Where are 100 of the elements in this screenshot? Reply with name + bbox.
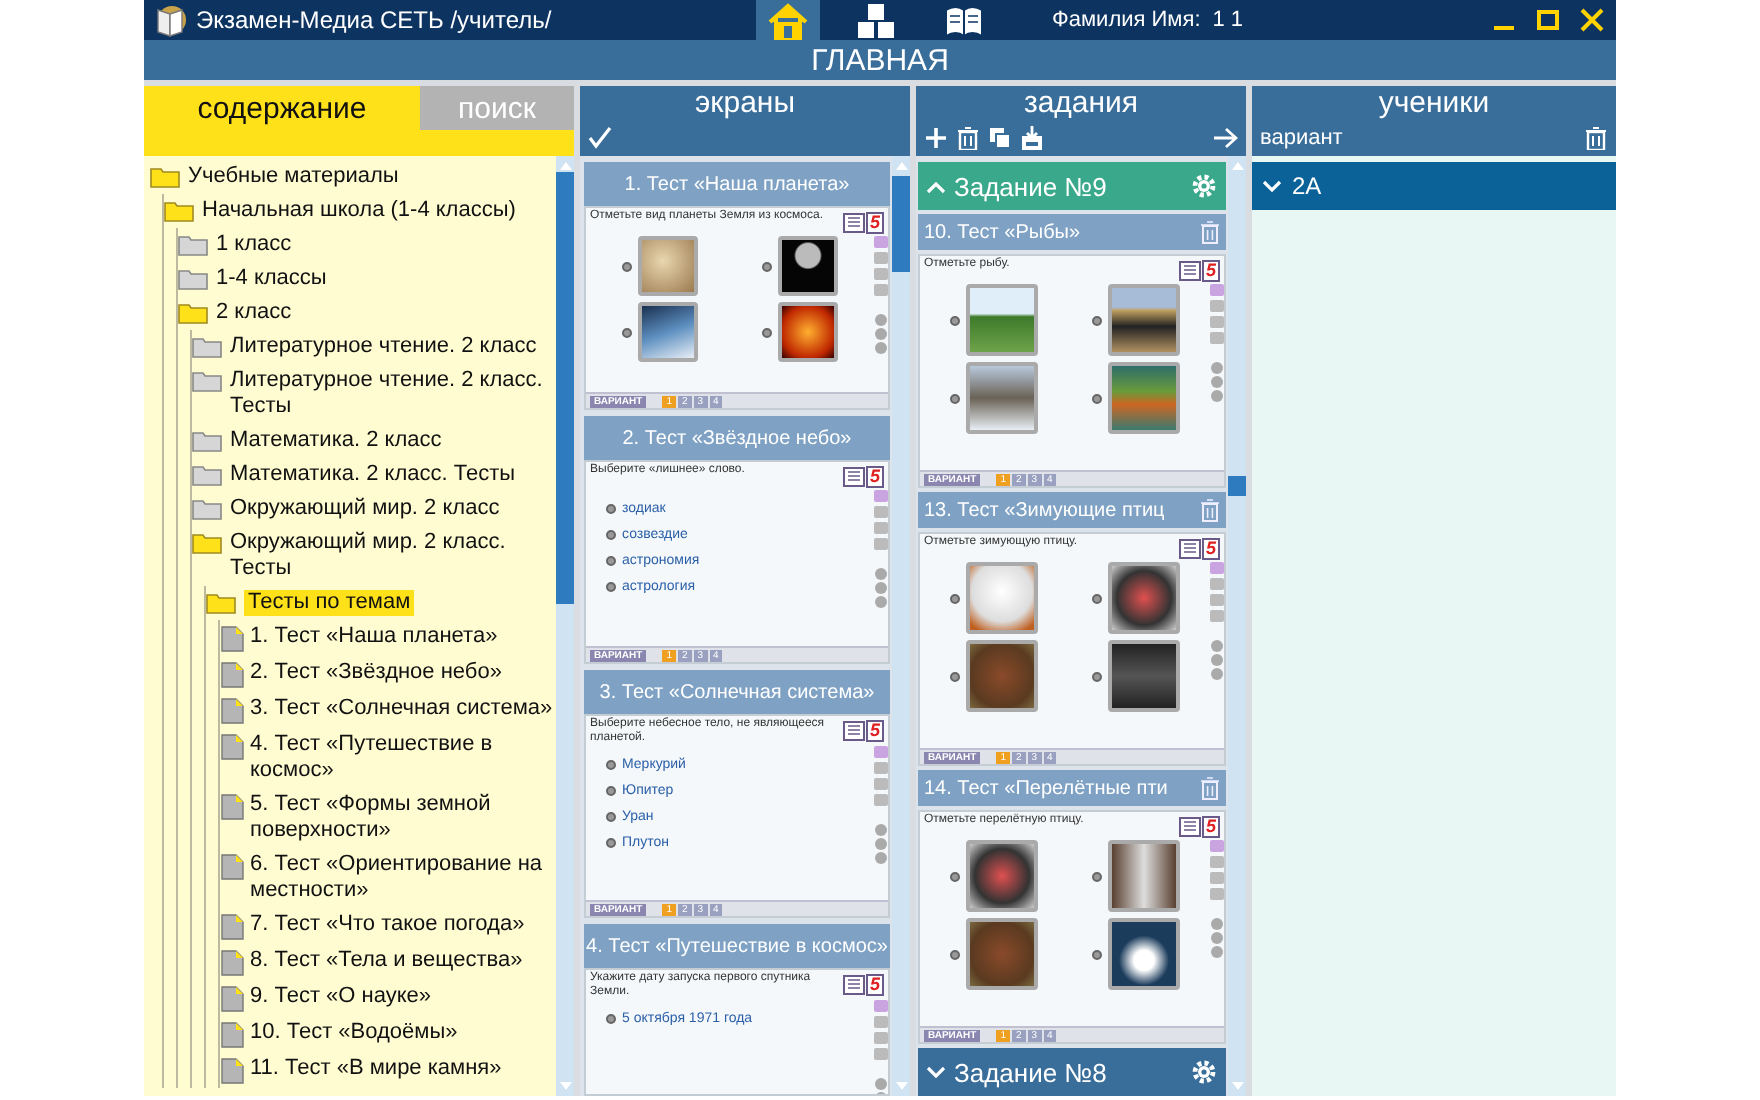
photo-placeholder bbox=[778, 236, 838, 296]
photo-placeholder bbox=[966, 918, 1039, 990]
class-group-row[interactable]: 2А bbox=[1252, 162, 1616, 210]
radio-button[interactable] bbox=[606, 1014, 616, 1024]
photo-placeholder bbox=[966, 362, 1039, 434]
test-item[interactable]: 2. Тест «Звёздное небо» bbox=[250, 660, 502, 686]
radio-button[interactable] bbox=[606, 530, 616, 540]
side-buttons-drawing bbox=[1210, 284, 1224, 404]
radio-button[interactable] bbox=[950, 593, 961, 603]
test-item[interactable]: 1. Тест «Наша планета» bbox=[250, 624, 498, 650]
radio-button[interactable] bbox=[606, 838, 616, 848]
search-tab[interactable]: поиск bbox=[420, 86, 574, 130]
radio-button[interactable] bbox=[762, 327, 772, 337]
scrollbar[interactable] bbox=[1228, 156, 1246, 1096]
folder-item[interactable]: Окружающий мир. 2 класс bbox=[230, 496, 500, 522]
scrollbar[interactable] bbox=[556, 156, 574, 1096]
radio-button[interactable] bbox=[606, 760, 616, 770]
screen-title[interactable]: 1. Тест «Наша планета» bbox=[584, 162, 890, 206]
radio-button[interactable] bbox=[622, 327, 632, 337]
radio-button[interactable] bbox=[1091, 671, 1102, 681]
task-group-title: Задание №8 bbox=[954, 1057, 1109, 1087]
close-icon[interactable] bbox=[1580, 8, 1604, 32]
folder-item[interactable]: Литературное чтение. 2 класс. Тесты bbox=[230, 368, 556, 420]
screen-title[interactable]: 3. Тест «Солнечная система» bbox=[584, 670, 890, 714]
task-group-header[interactable]: Задание №8 bbox=[918, 1048, 1226, 1096]
test-item[interactable]: 8. Тест «Тела и вещества» bbox=[250, 948, 523, 974]
test-item[interactable]: 9. Тест «О науке» bbox=[250, 984, 432, 1010]
radio-button[interactable] bbox=[1091, 593, 1102, 603]
test-item[interactable]: 11. Тест «В мире камня» bbox=[250, 1056, 502, 1082]
radio-button[interactable] bbox=[1091, 393, 1102, 403]
blocks-icon bbox=[854, 1, 898, 39]
radio-button[interactable] bbox=[950, 315, 961, 325]
radio-button[interactable] bbox=[1091, 871, 1102, 881]
folder-item[interactable]: Математика. 2 класс bbox=[230, 428, 442, 454]
radio-button[interactable] bbox=[606, 582, 616, 592]
grade-number: 5 bbox=[1201, 537, 1220, 559]
task-group-title: Задание №9 bbox=[954, 171, 1109, 201]
scrollbar[interactable] bbox=[892, 156, 910, 1096]
radio-button[interactable] bbox=[622, 261, 632, 271]
folder-item[interactable]: Окружающий мир. 2 класс. Тесты bbox=[230, 530, 556, 582]
chevron-up-icon[interactable] bbox=[926, 179, 946, 193]
chevron-down-icon[interactable] bbox=[926, 1065, 946, 1079]
radio-button[interactable] bbox=[606, 812, 616, 822]
folder-item[interactable]: Начальная школа (1-4 классы) bbox=[202, 198, 516, 224]
settings-icon[interactable] bbox=[1190, 1058, 1218, 1086]
folder-item[interactable]: 1-4 классы bbox=[216, 266, 327, 292]
check-icon[interactable] bbox=[588, 126, 612, 150]
screen-title[interactable]: 4. Тест «Путешествие в космос» bbox=[584, 924, 890, 968]
photo-placeholder bbox=[1107, 284, 1180, 356]
photo-placeholder bbox=[1107, 840, 1180, 912]
test-item[interactable]: 7. Тест «Что такое погода» bbox=[250, 912, 525, 938]
radio-button[interactable] bbox=[1091, 315, 1102, 325]
folder-item[interactable]: 1 класс bbox=[216, 232, 292, 258]
screen-title[interactable]: 2. Тест «Звёздное небо» bbox=[584, 416, 890, 460]
document-icon bbox=[220, 950, 244, 976]
folder-item[interactable]: Учебные материалы bbox=[188, 164, 399, 190]
side-buttons-drawing bbox=[1210, 840, 1224, 960]
radio-button[interactable] bbox=[606, 556, 616, 566]
maximize-icon[interactable] bbox=[1536, 8, 1560, 32]
test-item[interactable]: 4. Тест «Путешествие в космос» bbox=[250, 732, 556, 784]
photo-placeholder bbox=[1107, 562, 1180, 634]
settings-icon[interactable] bbox=[1190, 172, 1218, 200]
copy-icon[interactable] bbox=[988, 126, 1012, 150]
grade-number: 5 bbox=[1201, 259, 1220, 281]
folder-item[interactable]: 2 класс bbox=[216, 300, 292, 326]
photo-placeholder bbox=[966, 562, 1039, 634]
home-tab[interactable] bbox=[756, 0, 820, 40]
user-label: Фамилия Имя: bbox=[1052, 8, 1201, 32]
photo-placeholder bbox=[1107, 362, 1180, 434]
radio-button[interactable] bbox=[1091, 949, 1102, 959]
grade-number: 5 bbox=[1201, 815, 1220, 837]
contents-tab[interactable]: содержание bbox=[144, 86, 420, 130]
radio-button[interactable] bbox=[762, 261, 772, 271]
test-item[interactable]: 6. Тест «Ориентирование на местности» bbox=[250, 852, 556, 904]
chevron-down-icon[interactable] bbox=[1262, 179, 1282, 193]
test-item[interactable]: 5. Тест «Формы земной поверхности» bbox=[250, 792, 556, 844]
folder-item[interactable]: Тесты по темам bbox=[244, 590, 415, 616]
radio-button[interactable] bbox=[950, 949, 961, 959]
side-buttons-drawing bbox=[1210, 562, 1224, 682]
test-item[interactable]: 10. Тест «Водоёмы» bbox=[250, 1020, 458, 1046]
radio-button[interactable] bbox=[606, 504, 616, 514]
test-item[interactable]: 3. Тест «Солнечная система» bbox=[250, 696, 553, 722]
folder-item[interactable]: Математика. 2 класс. Тесты bbox=[230, 462, 516, 488]
add-icon[interactable] bbox=[924, 126, 948, 150]
save-icon[interactable] bbox=[1020, 126, 1044, 150]
radio-button[interactable] bbox=[950, 871, 961, 881]
folder-item[interactable]: Литературное чтение. 2 класс bbox=[230, 334, 537, 360]
task-group-header[interactable]: Задание №9 bbox=[918, 162, 1226, 210]
radio-button[interactable] bbox=[606, 786, 616, 796]
document-icon bbox=[220, 626, 244, 652]
document-icon bbox=[220, 794, 244, 820]
side-buttons-drawing bbox=[874, 236, 888, 356]
side-buttons-drawing bbox=[874, 1000, 888, 1094]
document-icon bbox=[220, 734, 244, 760]
radio-button[interactable] bbox=[950, 671, 961, 681]
book-logo-icon bbox=[152, 2, 188, 38]
photo-placeholder bbox=[638, 302, 698, 362]
radio-button[interactable] bbox=[950, 393, 961, 403]
arrow-right-icon[interactable] bbox=[1214, 126, 1238, 150]
app-title: Экзамен-Медиа СЕТЬ /учитель/ bbox=[196, 6, 552, 34]
